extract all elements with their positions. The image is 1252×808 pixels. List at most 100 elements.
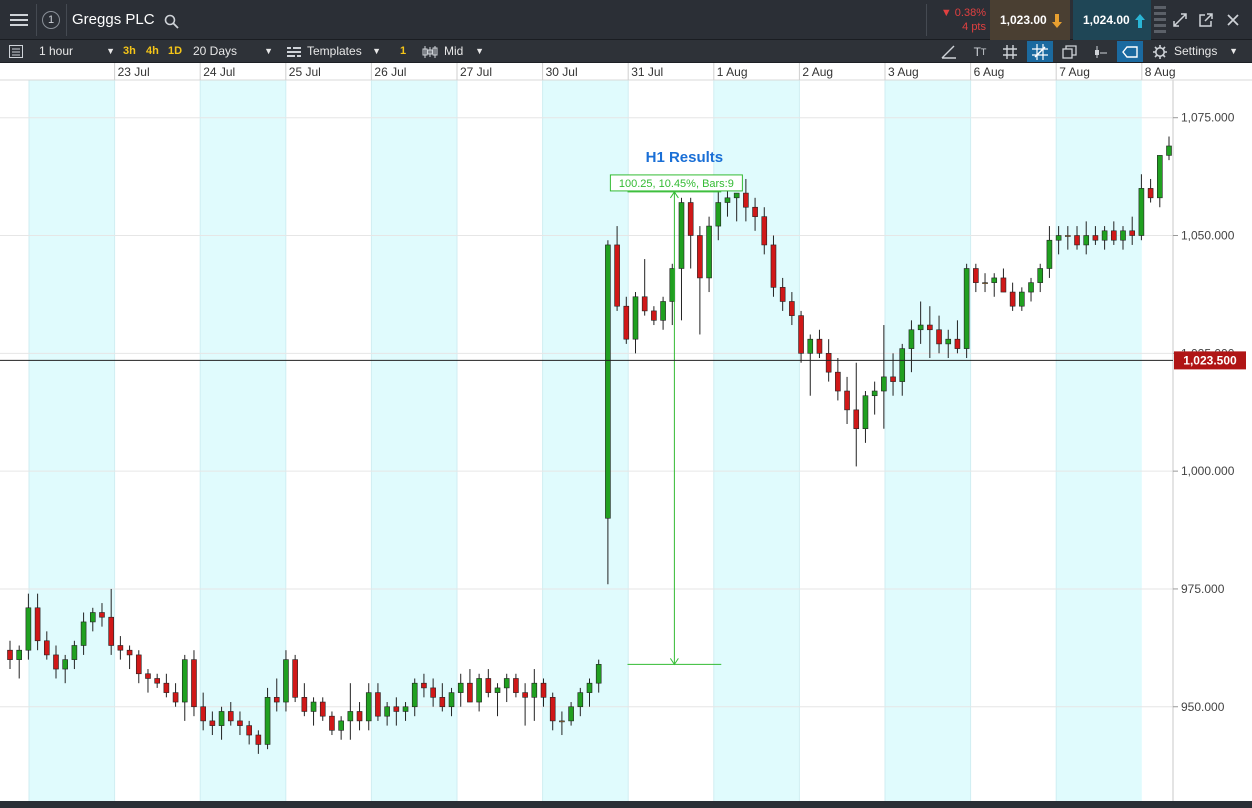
- search-icon[interactable]: [162, 12, 180, 30]
- x-tick-label: 23 Jul: [118, 65, 150, 79]
- interval-4h-button[interactable]: 4h: [146, 40, 159, 63]
- candle-body: [89, 612, 96, 623]
- candle-body: [973, 268, 979, 283]
- candle-body: [1138, 188, 1145, 236]
- price-type-dropdown[interactable]: Mid ▼: [444, 40, 484, 63]
- interval-value: 1 hour: [39, 44, 74, 58]
- candle-body: [752, 206, 758, 217]
- candle-body: [1037, 268, 1044, 283]
- candle-body: [605, 244, 611, 519]
- bottom-strip: [0, 801, 1252, 808]
- candle-body: [513, 678, 519, 693]
- candle-body: [43, 640, 50, 656]
- candle-body: [595, 664, 602, 684]
- candle-body: [34, 607, 41, 642]
- drawing-tool-icon[interactable]: [938, 43, 960, 60]
- candle-body: [1055, 235, 1062, 241]
- indicator-icon[interactable]: [1089, 43, 1111, 60]
- list-icon[interactable]: [8, 44, 24, 59]
- candle-body: [779, 287, 786, 302]
- candle-body: [991, 277, 998, 283]
- sell-button[interactable]: 1,023.00: [990, 0, 1070, 40]
- candle-body: [1157, 155, 1163, 199]
- candle-body: [25, 607, 32, 651]
- candle-body: [577, 692, 584, 708]
- divider: [926, 4, 927, 36]
- candle-body: [697, 235, 703, 279]
- y-tick-label: 1,075.000: [1181, 111, 1235, 125]
- candle-body: [1000, 277, 1007, 293]
- candle-body: [540, 682, 547, 698]
- layout-count-button[interactable]: 1: [400, 40, 406, 63]
- candle-body: [1028, 282, 1034, 293]
- x-tick-label: 6 Aug: [974, 65, 1005, 79]
- range-dropdown[interactable]: 20 Days ▼: [193, 40, 273, 63]
- candle-body: [908, 329, 915, 349]
- grid-icon[interactable]: [999, 43, 1021, 60]
- instrument-title[interactable]: Greggs PLC: [72, 0, 155, 40]
- order-book-icon[interactable]: [1153, 4, 1167, 36]
- pop-out-icon[interactable]: [1196, 10, 1216, 30]
- templates-icon: [286, 45, 302, 58]
- widget-number-badge[interactable]: 1: [42, 11, 60, 29]
- divider: [66, 4, 67, 36]
- layers-icon[interactable]: [1058, 43, 1080, 60]
- price-axis-background: [1173, 80, 1252, 801]
- candle-body: [641, 296, 648, 312]
- chart-toolbar: 1 hour ▼ 3h 4h 1D 20 Days ▼ Templates ▼ …: [0, 40, 1252, 63]
- candle-body: [1101, 230, 1108, 241]
- x-tick-label: 24 Jul: [203, 65, 235, 79]
- price-chart[interactable]: 950.000975.0001,000.0001,025.0001,050.00…: [0, 63, 1252, 801]
- crosshair-icon[interactable]: [1027, 41, 1053, 62]
- x-tick-label: 2 Aug: [802, 65, 833, 79]
- candle-body: [862, 395, 869, 430]
- candle-body: [899, 348, 906, 382]
- close-icon[interactable]: [1222, 10, 1244, 30]
- x-tick-label: 30 Jul: [546, 65, 578, 79]
- text-tool-icon[interactable]: TT: [969, 43, 991, 60]
- candle-body: [531, 682, 538, 698]
- buy-button[interactable]: 1,024.00: [1073, 0, 1151, 40]
- candle-body: [356, 711, 363, 722]
- y-tick-label: 1,050.000: [1181, 229, 1235, 243]
- candle-body: [375, 692, 381, 717]
- y-tick-label: 975.000: [1181, 582, 1225, 596]
- templates-dropdown[interactable]: Templates ▼: [307, 40, 381, 63]
- menu-icon[interactable]: [6, 8, 32, 32]
- candle-body: [227, 711, 234, 722]
- candle-body: [246, 725, 252, 736]
- candle-body: [503, 678, 510, 689]
- candle-body: [301, 697, 308, 712]
- candle-body: [678, 202, 685, 269]
- chevron-down-icon: ▼: [106, 46, 115, 56]
- candle-body: [16, 649, 22, 660]
- candle-body: [522, 692, 528, 698]
- settings-dropdown[interactable]: Settings ▼: [1174, 40, 1238, 63]
- y-tick-label: 950.000: [1181, 700, 1225, 714]
- day-band: [200, 80, 286, 801]
- candle-body: [743, 192, 749, 208]
- candle-body: [1083, 235, 1090, 246]
- candle-body: [1111, 230, 1117, 241]
- candle-body: [99, 612, 105, 618]
- interval-dropdown[interactable]: 1 hour ▼: [39, 40, 115, 63]
- candle-body: [485, 678, 492, 693]
- interval-3h-button[interactable]: 3h: [123, 40, 136, 63]
- candle-body: [733, 192, 740, 199]
- candle-body: [871, 390, 878, 397]
- candlestick-type-icon[interactable]: [421, 44, 439, 59]
- candle-body: [881, 376, 887, 392]
- candle-body: [945, 338, 952, 345]
- expand-icon[interactable]: [1170, 10, 1190, 30]
- candle-body: [798, 315, 804, 354]
- candle-body: [163, 682, 170, 693]
- widget-number: 1: [47, 14, 55, 26]
- candle-body: [1129, 230, 1136, 236]
- gear-icon[interactable]: [1150, 43, 1170, 60]
- candle-body: [651, 310, 657, 321]
- interval-1d-button[interactable]: 1D: [168, 40, 182, 63]
- candle-body: [770, 244, 777, 288]
- x-tick-label: 7 Aug: [1059, 65, 1090, 79]
- price-tag-icon[interactable]: [1117, 41, 1143, 62]
- candle-body: [1092, 235, 1099, 241]
